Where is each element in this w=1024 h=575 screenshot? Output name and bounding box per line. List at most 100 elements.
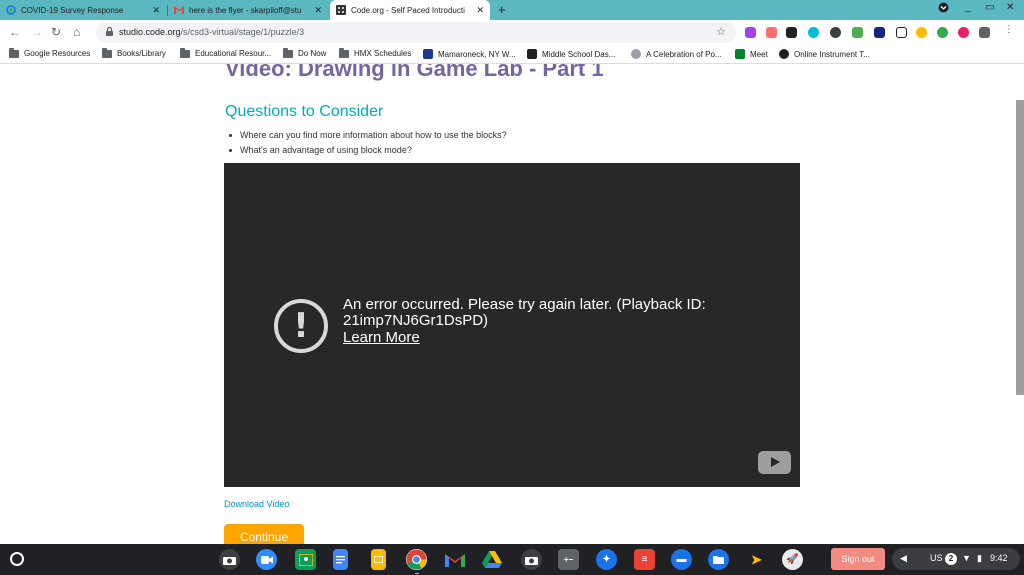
learn-more-link[interactable]: Learn More bbox=[343, 329, 420, 346]
url-path: /s/csd3-virtual/stage/1/puzzle/3 bbox=[180, 27, 305, 37]
close-icon[interactable]: ✕ bbox=[152, 5, 160, 16]
close-window-icon[interactable]: ✕ bbox=[1006, 2, 1014, 13]
site-icon bbox=[527, 49, 537, 59]
calculator-icon[interactable]: +− bbox=[558, 549, 579, 570]
page-scrollbar[interactable] bbox=[1016, 100, 1024, 395]
extensions-puzzle-icon[interactable] bbox=[979, 27, 990, 38]
tab-strip: COVID-19 Survey Response ✕ here is the f… bbox=[0, 0, 1024, 20]
bookmark-label: Google Resources bbox=[24, 49, 91, 58]
folder-icon bbox=[283, 47, 293, 58]
question-item: What's an advantage of using block mode? bbox=[229, 145, 507, 155]
launcher-icon[interactable] bbox=[10, 552, 24, 566]
bookmark-middle-school[interactable]: Middle School Das... bbox=[527, 49, 615, 59]
continue-button[interactable]: Continue bbox=[224, 524, 304, 544]
extension-icon[interactable] bbox=[745, 27, 756, 38]
bookmark-educational-resources[interactable]: Educational Resour... bbox=[180, 47, 271, 58]
sign-out-button[interactable]: Sign out bbox=[831, 548, 885, 570]
clock-time: 9:42 bbox=[990, 553, 1008, 563]
home-icon[interactable]: ⌂ bbox=[73, 25, 80, 39]
gmail-icon bbox=[174, 5, 184, 15]
bookmark-label: Mamaroneck, NY W... bbox=[438, 49, 516, 59]
drive-icon[interactable] bbox=[481, 549, 502, 570]
close-icon[interactable]: ✕ bbox=[314, 5, 322, 16]
docs-icon[interactable] bbox=[333, 549, 348, 570]
close-icon[interactable]: ✕ bbox=[476, 5, 484, 16]
browser-toolbar: ← → ↻ ⌂ studio.code.org/s/csd3-virtual/s… bbox=[0, 20, 1024, 45]
tab-gmail[interactable]: here is the flyer - skarpiloff@stu ✕ bbox=[168, 0, 328, 20]
forward-icon[interactable]: → bbox=[31, 25, 43, 39]
wifi-icon: ▼ bbox=[962, 553, 971, 563]
back-icon[interactable]: ← bbox=[9, 25, 21, 39]
video-error-message: An error occurred. Please try again late… bbox=[343, 296, 706, 329]
bookmark-mamaroneck[interactable]: Mamaroneck, NY W... bbox=[423, 49, 516, 59]
extension-icon[interactable] bbox=[852, 27, 863, 38]
bookmark-label: Online Instrument T... bbox=[794, 49, 870, 59]
new-tab-button[interactable]: + bbox=[498, 2, 506, 17]
gmail-app-icon[interactable] bbox=[444, 549, 465, 570]
questions-heading: Questions to Consider bbox=[225, 103, 384, 120]
bookmark-hmx-schedules[interactable]: HMX Schedules bbox=[339, 47, 412, 58]
folder-icon bbox=[339, 47, 349, 58]
lock-icon bbox=[106, 27, 113, 36]
extension-icon[interactable] bbox=[830, 27, 841, 38]
bookmark-do-now[interactable]: Do Now bbox=[283, 47, 327, 58]
reload-icon[interactable]: ↻ bbox=[51, 25, 61, 39]
rocket-icon[interactable]: 🚀 bbox=[782, 549, 803, 570]
tab-codeorg[interactable]: Code.org - Self Paced Introducti ✕ bbox=[330, 0, 490, 20]
download-video-link[interactable]: Download Video bbox=[224, 499, 289, 509]
locale-label: US bbox=[930, 553, 943, 563]
minimize-icon[interactable]: _ bbox=[965, 2, 971, 13]
extension-icon[interactable] bbox=[874, 27, 885, 38]
chrome-icon[interactable] bbox=[406, 549, 427, 570]
camera-app-icon[interactable] bbox=[521, 549, 542, 570]
battery-icon: ▮ bbox=[977, 553, 982, 563]
bookmark-meet[interactable]: Meet bbox=[735, 49, 768, 59]
bookmark-celebration[interactable]: A Celebration of Po... bbox=[631, 49, 722, 59]
maximize-icon[interactable]: ▭ bbox=[985, 2, 994, 13]
files-icon[interactable] bbox=[708, 549, 729, 570]
zoom-icon[interactable] bbox=[256, 549, 277, 570]
camera-icon[interactable] bbox=[219, 549, 240, 570]
pencil-icon[interactable] bbox=[896, 27, 907, 38]
bookmark-label: A Celebration of Po... bbox=[646, 49, 722, 59]
bookmark-label: Books/Library bbox=[117, 49, 166, 58]
questions-list: Where can you find more information abou… bbox=[229, 130, 507, 160]
video-player[interactable]: ! An error occurred. Please try again la… bbox=[224, 163, 800, 487]
meet-icon bbox=[735, 49, 745, 59]
status-tray[interactable]: ◀ US 2 ▼ ▮ 9:42 bbox=[892, 548, 1020, 570]
tab-title: here is the flyer - skarpiloff@stu bbox=[189, 5, 302, 15]
error-icon: ! bbox=[274, 299, 328, 353]
chat-icon[interactable]: ▬ bbox=[671, 549, 692, 570]
notes-icon[interactable]: ≡ bbox=[634, 549, 655, 570]
cursor-icon[interactable]: ➤ bbox=[746, 549, 767, 570]
classroom-icon[interactable] bbox=[295, 549, 316, 570]
page-content: Video: Drawing in Game Lab - Part 1 Ques… bbox=[0, 64, 1024, 544]
extension-icon[interactable] bbox=[786, 27, 797, 38]
bookmark-star-icon[interactable]: ☆ bbox=[716, 25, 726, 38]
bookmark-label: Meet bbox=[750, 49, 768, 59]
site-icon bbox=[779, 49, 789, 59]
bookmark-label: Do Now bbox=[298, 49, 327, 58]
folder-icon bbox=[102, 47, 112, 58]
tab-covid-survey[interactable]: COVID-19 Survey Response ✕ bbox=[0, 0, 166, 20]
menu-kebab-icon[interactable]: ⋮ bbox=[1004, 24, 1014, 35]
extension-icon[interactable] bbox=[937, 27, 948, 38]
bookmark-google-resources[interactable]: Google Resources bbox=[9, 47, 91, 58]
slides-icon[interactable] bbox=[371, 549, 386, 570]
address-bar[interactable]: studio.code.org/s/csd3-virtual/stage/1/p… bbox=[96, 22, 736, 43]
bookmark-books-library[interactable]: Books/Library bbox=[102, 47, 166, 58]
volume-icon[interactable]: ◀ bbox=[900, 553, 907, 564]
youtube-icon[interactable] bbox=[758, 451, 791, 474]
notification-count[interactable]: 2 bbox=[945, 553, 957, 565]
bookmark-online-instrument[interactable]: Online Instrument T... bbox=[779, 49, 870, 59]
extension-icon[interactable] bbox=[766, 27, 777, 38]
extension-icon[interactable] bbox=[958, 27, 969, 38]
survey-icon bbox=[6, 5, 16, 15]
os-shelf: +− ✦ ≡ ▬ ➤ 🚀 Sign out ◀ US 2 ▼ ▮ 9:42 bbox=[0, 544, 1024, 575]
profile-icon[interactable] bbox=[938, 2, 949, 16]
rocket-app-icon[interactable]: ✦ bbox=[596, 549, 617, 570]
extension-icon[interactable] bbox=[916, 27, 927, 38]
extension-icon[interactable] bbox=[808, 27, 819, 38]
bookmark-label: HMX Schedules bbox=[354, 49, 412, 58]
folder-icon bbox=[9, 47, 19, 58]
